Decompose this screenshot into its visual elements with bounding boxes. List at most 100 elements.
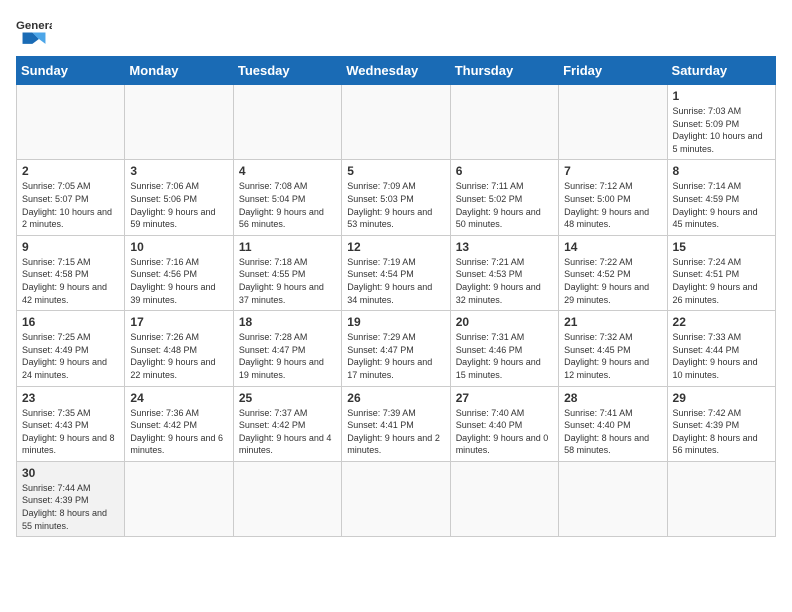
day-number: 21 xyxy=(564,315,661,329)
day-info: Sunrise: 7:06 AM Sunset: 5:06 PM Dayligh… xyxy=(130,180,227,230)
day-info: Sunrise: 7:39 AM Sunset: 4:41 PM Dayligh… xyxy=(347,407,444,457)
day-number: 4 xyxy=(239,164,336,178)
calendar-cell xyxy=(559,85,667,160)
day-info: Sunrise: 7:33 AM Sunset: 4:44 PM Dayligh… xyxy=(673,331,770,381)
day-info: Sunrise: 7:14 AM Sunset: 4:59 PM Dayligh… xyxy=(673,180,770,230)
calendar-cell: 11Sunrise: 7:18 AM Sunset: 4:55 PM Dayli… xyxy=(233,235,341,310)
day-info: Sunrise: 7:19 AM Sunset: 4:54 PM Dayligh… xyxy=(347,256,444,306)
calendar-cell: 28 Sunrise: 7:41 AM Sunset: 4:40 PM Dayli… xyxy=(559,386,667,461)
day-number: 10 xyxy=(130,240,227,254)
day-info: Sunrise: 7:18 AM Sunset: 4:55 PM Dayligh… xyxy=(239,256,336,306)
logo-icon: General xyxy=(16,16,52,44)
day-info: Sunrise: 7:31 AM Sunset: 4:46 PM Dayligh… xyxy=(456,331,553,381)
day-number: 5 xyxy=(347,164,444,178)
calendar-cell: 17 Sunrise: 7:26 AM Sunset: 4:48 PM Dayli… xyxy=(125,311,233,386)
day-number: 29 xyxy=(673,391,770,405)
day-info: Sunrise: 7:35 AM Sunset: 4:43 PM Dayligh… xyxy=(22,407,119,457)
day-info: Sunrise: 7:29 AM Sunset: 4:47 PM Dayligh… xyxy=(347,331,444,381)
calendar-cell xyxy=(450,85,558,160)
calendar-cell: 3 Sunrise: 7:06 AM Sunset: 5:06 PM Daylig… xyxy=(125,160,233,235)
calendar-cell xyxy=(450,461,558,536)
day-number: 26 xyxy=(347,391,444,405)
day-number: 25 xyxy=(239,391,336,405)
calendar-cell: 21 Sunrise: 7:32 AM Sunset: 4:45 PM Dayli… xyxy=(559,311,667,386)
logo: General xyxy=(16,16,56,44)
day-number: 18 xyxy=(239,315,336,329)
calendar-cell: 14 Sunrise: 7:22 AM Sunset: 4:52 PM Dayli… xyxy=(559,235,667,310)
day-number: 2 xyxy=(22,164,119,178)
day-number: 28 xyxy=(564,391,661,405)
day-info: Sunrise: 7:42 AM Sunset: 4:39 PM Dayligh… xyxy=(673,407,770,457)
calendar-cell: 23 Sunrise: 7:35 AM Sunset: 4:43 PM Dayli… xyxy=(17,386,125,461)
day-number: 3 xyxy=(130,164,227,178)
calendar-cell xyxy=(667,461,775,536)
calendar-cell xyxy=(233,85,341,160)
day-info: Sunrise: 7:24 AM Sunset: 4:51 PM Dayligh… xyxy=(673,256,770,306)
calendar-cell: 20 Sunrise: 7:31 AM Sunset: 4:46 PM Dayli… xyxy=(450,311,558,386)
col-thursday: Thursday xyxy=(450,57,558,85)
day-info: Sunrise: 7:32 AM Sunset: 4:45 PM Dayligh… xyxy=(564,331,661,381)
day-info: Sunrise: 7:05 AM Sunset: 5:07 PM Dayligh… xyxy=(22,180,119,230)
day-number: 24 xyxy=(130,391,227,405)
calendar-cell xyxy=(233,461,341,536)
calendar-cell: 12 Sunrise: 7:19 AM Sunset: 4:54 PM Dayli… xyxy=(342,235,450,310)
day-number: 12 xyxy=(347,240,444,254)
calendar-cell: 13Sunrise: 7:21 AM Sunset: 4:53 PM Dayli… xyxy=(450,235,558,310)
calendar-cell: 7 Sunrise: 7:12 AM Sunset: 5:00 PM Daylig… xyxy=(559,160,667,235)
calendar-cell: 25 Sunrise: 7:37 AM Sunset: 4:42 PM Dayli… xyxy=(233,386,341,461)
day-info: Sunrise: 7:26 AM Sunset: 4:48 PM Dayligh… xyxy=(130,331,227,381)
day-info: Sunrise: 7:44 AM Sunset: 4:39 PM Dayligh… xyxy=(22,482,119,532)
day-info: Sunrise: 7:28 AM Sunset: 4:47 PM Dayligh… xyxy=(239,331,336,381)
calendar-table: Sunday Monday Tuesday Wednesday Thursday… xyxy=(16,56,776,537)
day-info: Sunrise: 7:41 AM Sunset: 4:40 PM Dayligh… xyxy=(564,407,661,457)
day-number: 15 xyxy=(673,240,770,254)
day-info: Sunrise: 7:12 AM Sunset: 5:00 PM Dayligh… xyxy=(564,180,661,230)
day-number: 30 xyxy=(22,466,119,480)
day-info: Sunrise: 7:25 AM Sunset: 4:49 PM Dayligh… xyxy=(22,331,119,381)
calendar-cell: 29 Sunrise: 7:42 AM Sunset: 4:39 PM Dayli… xyxy=(667,386,775,461)
calendar-cell: 2 Sunrise: 7:05 AM Sunset: 5:07 PM Daylig… xyxy=(17,160,125,235)
calendar-cell xyxy=(125,85,233,160)
col-monday: Monday xyxy=(125,57,233,85)
col-wednesday: Wednesday xyxy=(342,57,450,85)
day-info: Sunrise: 7:40 AM Sunset: 4:40 PM Dayligh… xyxy=(456,407,553,457)
day-number: 6 xyxy=(456,164,553,178)
col-tuesday: Tuesday xyxy=(233,57,341,85)
calendar-cell xyxy=(559,461,667,536)
calendar-cell xyxy=(342,85,450,160)
day-number: 23 xyxy=(22,391,119,405)
day-number: 9 xyxy=(22,240,119,254)
day-number: 19 xyxy=(347,315,444,329)
calendar-cell: 24 Sunrise: 7:36 AM Sunset: 4:42 PM Dayli… xyxy=(125,386,233,461)
day-info: Sunrise: 7:16 AM Sunset: 4:56 PM Dayligh… xyxy=(130,256,227,306)
page-header: General xyxy=(16,16,776,44)
day-info: Sunrise: 7:37 AM Sunset: 4:42 PM Dayligh… xyxy=(239,407,336,457)
calendar-cell: 30 Sunrise: 7:44 AM Sunset: 4:39 PM Dayli… xyxy=(17,461,125,536)
calendar-cell xyxy=(17,85,125,160)
calendar-cell xyxy=(342,461,450,536)
calendar-cell xyxy=(125,461,233,536)
day-info: Sunrise: 7:22 AM Sunset: 4:52 PM Dayligh… xyxy=(564,256,661,306)
day-info: Sunrise: 7:11 AM Sunset: 5:02 PM Dayligh… xyxy=(456,180,553,230)
calendar-cell: 27 Sunrise: 7:40 AM Sunset: 4:40 PM Dayli… xyxy=(450,386,558,461)
calendar-cell: 8Sunrise: 7:14 AM Sunset: 4:59 PM Daylig… xyxy=(667,160,775,235)
day-info: Sunrise: 7:09 AM Sunset: 5:03 PM Dayligh… xyxy=(347,180,444,230)
calendar-cell: 5 Sunrise: 7:09 AM Sunset: 5:03 PM Daylig… xyxy=(342,160,450,235)
calendar-cell: 16Sunrise: 7:25 AM Sunset: 4:49 PM Dayli… xyxy=(17,311,125,386)
day-number: 22 xyxy=(673,315,770,329)
day-number: 13 xyxy=(456,240,553,254)
svg-text:General: General xyxy=(16,20,52,32)
calendar-cell: 26 Sunrise: 7:39 AM Sunset: 4:41 PM Dayli… xyxy=(342,386,450,461)
day-number: 14 xyxy=(564,240,661,254)
day-number: 27 xyxy=(456,391,553,405)
calendar-cell: 6 Sunrise: 7:11 AM Sunset: 5:02 PM Daylig… xyxy=(450,160,558,235)
calendar-cell: 19 Sunrise: 7:29 AM Sunset: 4:47 PM Dayli… xyxy=(342,311,450,386)
day-info: Sunrise: 7:08 AM Sunset: 5:04 PM Dayligh… xyxy=(239,180,336,230)
day-number: 20 xyxy=(456,315,553,329)
day-number: 17 xyxy=(130,315,227,329)
day-info: Sunrise: 7:15 AM Sunset: 4:58 PM Dayligh… xyxy=(22,256,119,306)
day-info: Sunrise: 7:03 AM Sunset: 5:09 PM Dayligh… xyxy=(673,105,770,155)
day-info: Sunrise: 7:36 AM Sunset: 4:42 PM Dayligh… xyxy=(130,407,227,457)
day-number: 7 xyxy=(564,164,661,178)
calendar-cell: 10 Sunrise: 7:16 AM Sunset: 4:56 PM Dayli… xyxy=(125,235,233,310)
